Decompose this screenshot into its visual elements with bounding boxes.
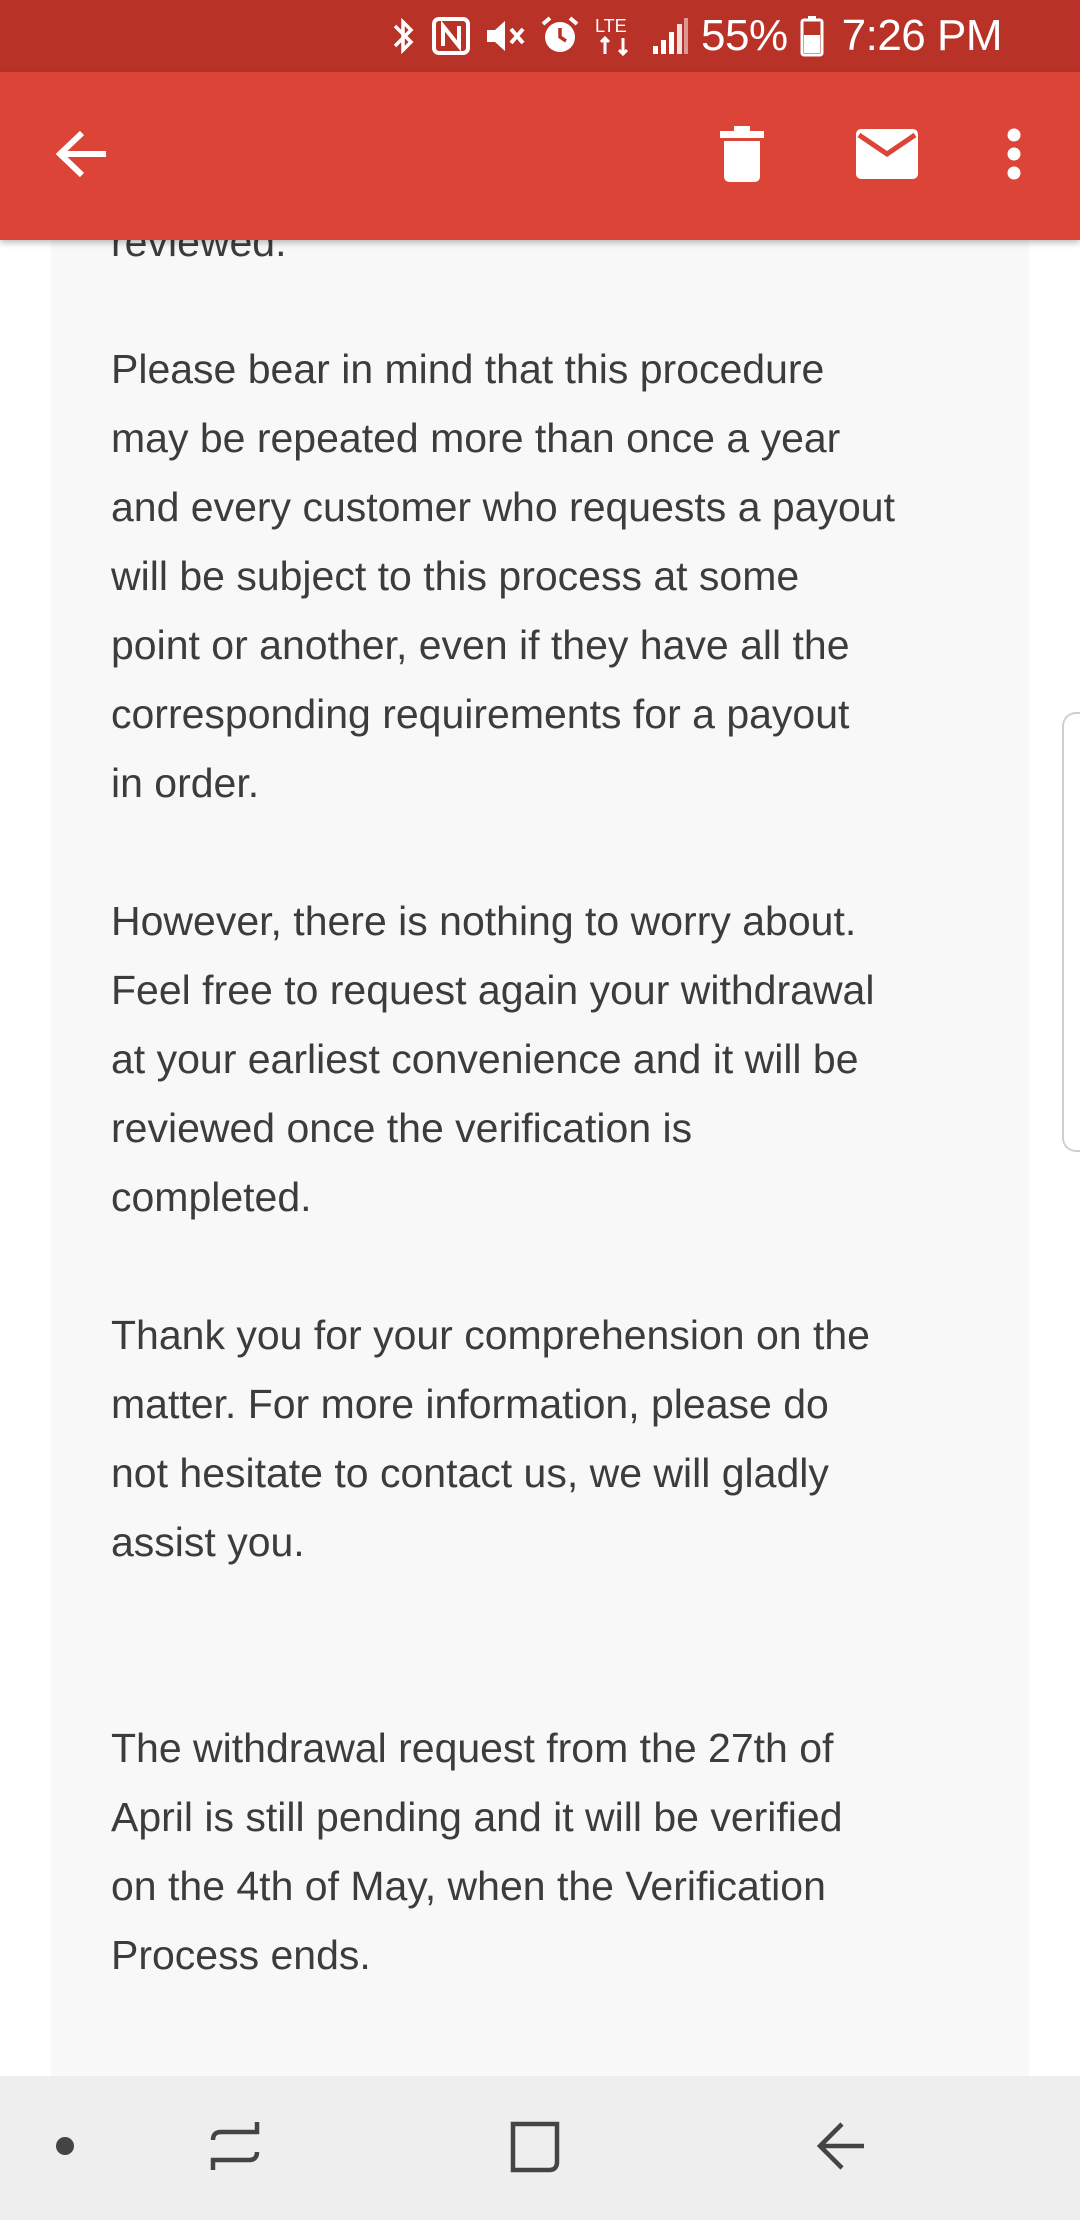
message-paragraph-reassurance: However, there is nothing to worry about… — [111, 898, 875, 1220]
dot-icon — [54, 2135, 76, 2162]
message-paragraph-pending: The withdrawal request from the 27th of … — [111, 1725, 843, 1978]
message-partial-line: reviewed. — [111, 240, 287, 265]
svg-text:LTE: LTE — [595, 16, 627, 36]
back-icon — [812, 2118, 868, 2179]
delete-icon — [720, 125, 764, 187]
edge-panel-handle[interactable] — [1062, 712, 1080, 1152]
message-paragraph-thanks: Thank you for your comprehension on the … — [111, 1312, 870, 1565]
battery-icon — [800, 15, 824, 57]
home-icon — [507, 2118, 563, 2179]
mark-unread-button[interactable] — [845, 114, 929, 198]
back-button[interactable] — [40, 114, 124, 198]
bluetooth-icon — [389, 14, 419, 58]
navigation-bar — [0, 2076, 1080, 2220]
message-paragraph-verification: Please bear in mind that this procedure … — [111, 346, 895, 806]
nfc-icon — [431, 16, 471, 56]
signal-icon — [651, 16, 689, 56]
more-options-button[interactable] — [972, 114, 1056, 198]
app-bar — [0, 72, 1080, 240]
nav-back-button[interactable] — [795, 2076, 885, 2220]
recents-icon — [207, 2118, 263, 2179]
status-bar: LTE 55% 7:26 PM — [0, 0, 1080, 72]
home-button[interactable] — [490, 2076, 580, 2220]
delete-button[interactable] — [700, 114, 784, 198]
battery-percent: 55% — [701, 11, 788, 60]
recents-button[interactable] — [190, 2076, 280, 2220]
mute-icon — [483, 16, 527, 56]
lte-icon: LTE — [593, 14, 639, 58]
alarm-icon — [539, 15, 581, 57]
email-content[interactable]: reviewed. Please bear in mind that this … — [0, 240, 1080, 2076]
status-time: 7:26 PM — [841, 11, 1003, 60]
more-vert-icon — [1006, 128, 1022, 185]
mail-icon — [856, 128, 918, 184]
nav-dot-button[interactable] — [30, 2076, 100, 2220]
back-arrow-icon — [54, 128, 110, 185]
